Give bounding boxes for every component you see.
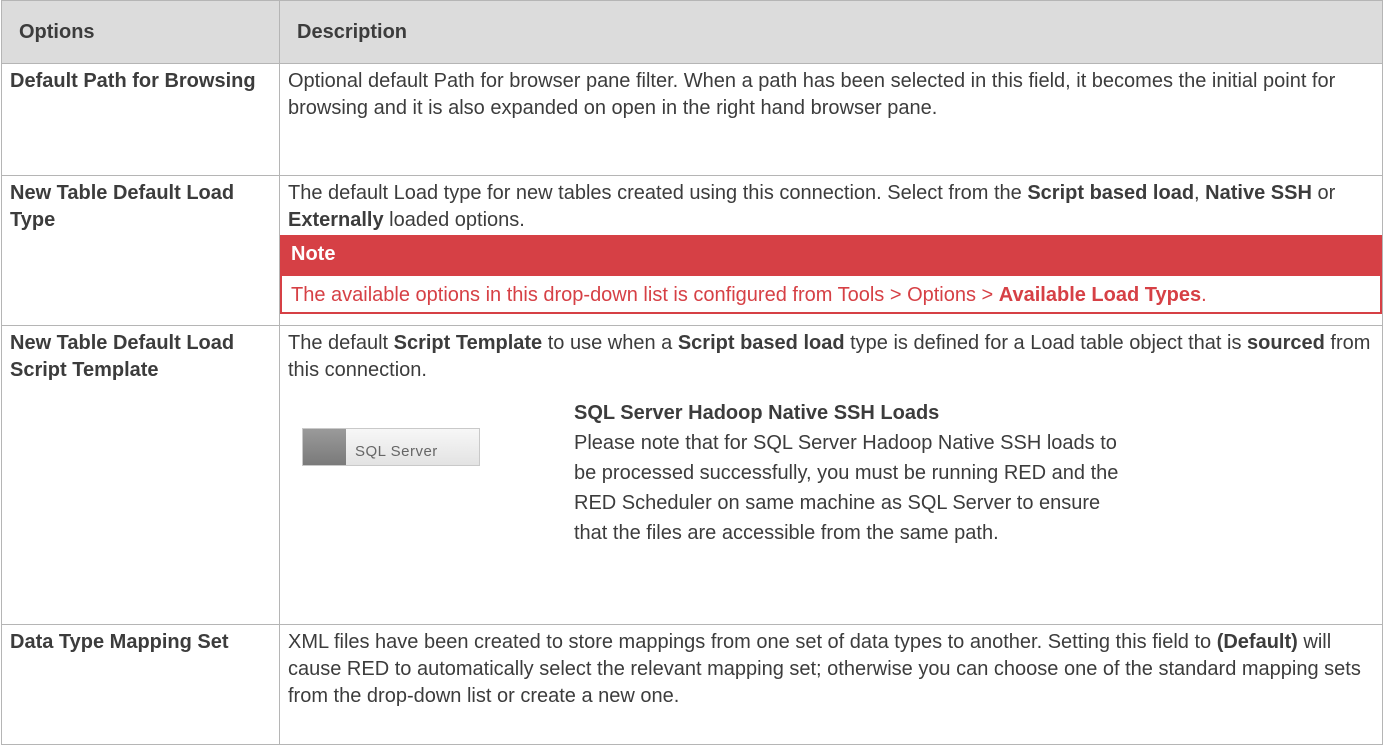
option-description: The default Script Template to use when … [279,325,1383,625]
description-text: type is defined for a Load table object … [844,332,1248,354]
option-name: Default Path for Browsing [1,63,280,176]
description-bold: Externally [288,209,384,231]
note-body: The available options in this drop-down … [282,276,1380,312]
table-header-row: Options Description [1,0,1383,64]
logo-text: SQL Server [355,443,438,460]
sql-server-logo: SQL Server [302,428,480,466]
option-description: XML files have been created to store map… [279,624,1383,745]
description-bold: sourced [1247,332,1325,354]
description-text: The default [288,332,394,354]
description-bold: (Default) [1216,631,1298,653]
description-text: The default Load type for new tables cre… [288,182,1028,204]
table-row: New Table Default Load Type The default … [1,175,1383,326]
table-row: Default Path for Browsing Optional defau… [1,63,1383,176]
option-description: The default Load type for new tables cre… [279,175,1383,326]
option-name: New Table Default Load Type [1,175,280,326]
sql-server-note: SQL Server SQL Server Hadoop Native SSH … [288,398,1374,577]
table-row: Data Type Mapping Set XML files have bee… [1,624,1383,745]
sql-server-body: Please note that for SQL Server Hadoop N… [574,432,1119,544]
note-bold: Available Load Types [998,284,1202,306]
option-description: Optional default Path for browser pane f… [279,63,1383,176]
note-end: . [1201,284,1207,306]
description-text: or [1311,182,1336,204]
sql-server-title: SQL Server Hadoop Native SSH Loads [574,402,940,424]
note-title: Note [282,237,1380,276]
description-text: loaded options. [383,209,525,231]
sql-server-text: SQL Server Hadoop Native SSH Loads Pleas… [574,398,1134,548]
description-bold: Script based load [1027,182,1195,204]
note-callout: Note The available options in this drop-… [280,235,1382,314]
description-text: XML files have been created to store map… [288,631,1217,653]
description-text: to use when a [542,332,678,354]
options-column-header: Options [1,0,280,64]
logo-bar [303,429,346,465]
description-bold: Script based load [677,332,845,354]
option-name: New Table Default Load Script Template [1,325,280,625]
description-bold: Script Template [393,332,543,354]
note-text: The available options in this drop-down … [291,284,999,306]
description-bold: Native SSH [1205,182,1312,204]
table-row: New Table Default Load Script Template T… [1,325,1383,625]
description-text: , [1194,182,1206,204]
options-table: Options Description Default Path for Bro… [1,0,1383,745]
option-name: Data Type Mapping Set [1,624,280,745]
description-column-header: Description [279,0,1383,64]
